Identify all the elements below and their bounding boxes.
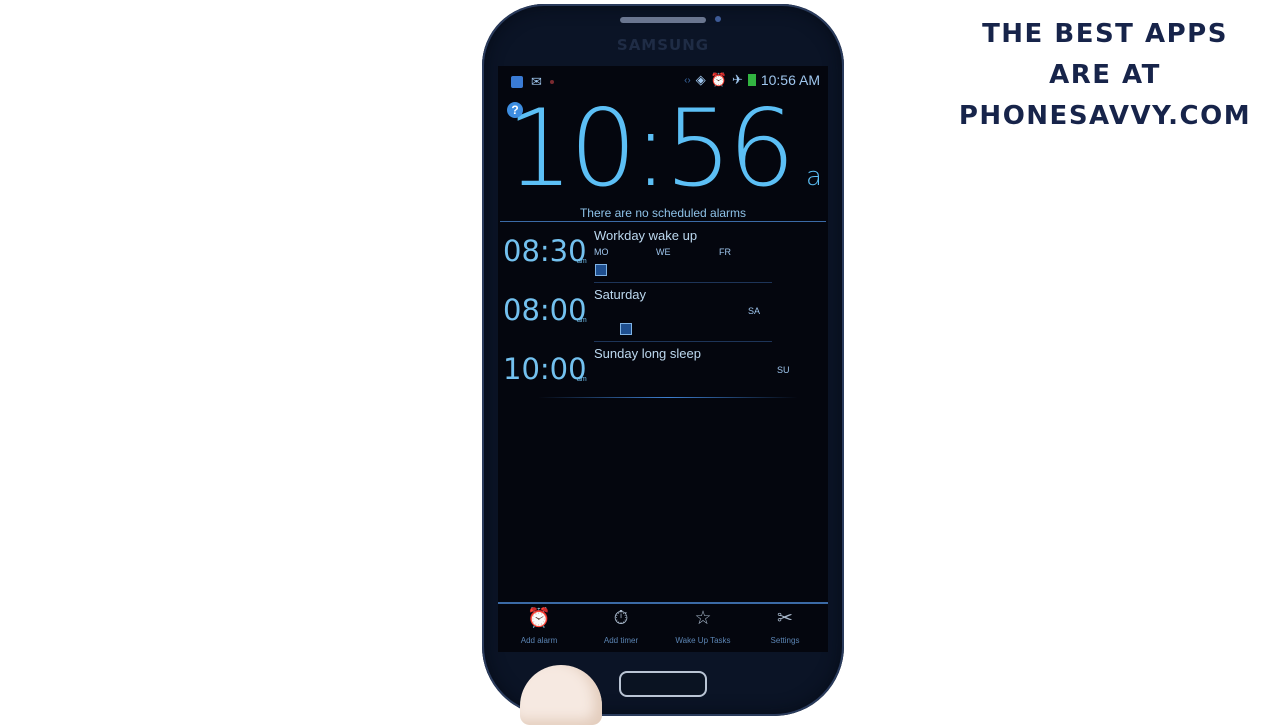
divider [594,282,772,283]
promo-line-3: PHONESAVVY.COM [958,101,1252,131]
home-button[interactable] [619,671,707,697]
divider [538,397,798,398]
settings-label: Settings [770,636,800,645]
alarm-time: 08:30 [503,234,587,268]
stopwatch-icon: ⏱ [613,608,629,629]
alarm-item[interactable]: 08:00 am Saturday SA [498,285,828,343]
alarm-toggle-checkbox[interactable] [595,264,607,276]
status-time: 10:56 AM [760,72,820,88]
alarm-ampm: am [577,258,587,265]
alarm-day: FR [719,247,731,257]
device-brand: SAMSUNG [616,36,710,54]
alarm-item[interactable]: 08:30 am Workday wake up MO WE FR [498,226,828,284]
alarm-day: SA [748,306,761,316]
alarm-name: Saturday [594,287,647,302]
clock-ampm: a [806,162,822,192]
alarm-ampm: am [577,317,587,324]
alarm-item[interactable]: 10:00 am Sunday long sleep SU [498,344,828,402]
help-icon[interactable]: ? [507,102,523,118]
divider [500,221,826,222]
divider [594,341,772,342]
star-icon: ☆ [694,608,712,629]
bottom-toolbar: ⏰ Add alarm ⏱ Add timer ☆ Wake Up Tasks … [498,604,828,652]
alarm-clock-icon: ⏰ [527,608,551,629]
add-timer-label: Add timer [603,636,639,645]
settings-button[interactable]: ✂ Settings [744,608,826,645]
no-alarms-message: There are no scheduled alarms [579,206,747,220]
add-alarm-label: Add alarm [520,636,558,645]
clock-time: 10:56 [506,87,795,210]
alarm-day: MO [594,247,609,257]
code-icon: ‹› [684,74,691,86]
promo-text: THE BEST APPS ARE AT PHONESAVVY.COM [935,14,1275,137]
alarm-icon: ⏰ [710,72,727,87]
vibrate-icon: ◈ [695,72,706,87]
dot-icon [549,80,554,84]
alarm-time: 08:00 [503,293,587,327]
earpiece-speaker [620,17,706,23]
alarm-time: 10:00 [503,352,587,386]
alarm-day: WE [656,247,671,257]
main-clock: 10:56 a [506,90,828,208]
tools-icon: ✂ [777,608,793,629]
wake-up-tasks-button[interactable]: ☆ Wake Up Tasks [662,608,744,645]
promo-line-2: ARE AT [1049,60,1161,90]
front-camera [715,16,721,22]
wake-up-tasks-label: Wake Up Tasks [675,636,731,645]
alarm-ampm: am [577,376,587,383]
add-timer-button[interactable]: ⏱ Add timer [580,608,662,645]
alarm-name: Workday wake up [594,228,698,243]
alarm-day: SU [777,365,790,375]
battery-icon [747,74,756,86]
alarm-name: Sunday long sleep [594,346,701,361]
airplane-icon: ✈ [731,72,743,87]
phone-screen: ✉ ‹› ◈ ⏰ ✈ 10:56 AM 10:56 a ? There are … [498,66,828,604]
alarm-toggle-checkbox[interactable] [620,323,632,335]
add-alarm-button[interactable]: ⏰ Add alarm [498,608,580,645]
promo-line-1: THE BEST APPS [982,19,1228,49]
